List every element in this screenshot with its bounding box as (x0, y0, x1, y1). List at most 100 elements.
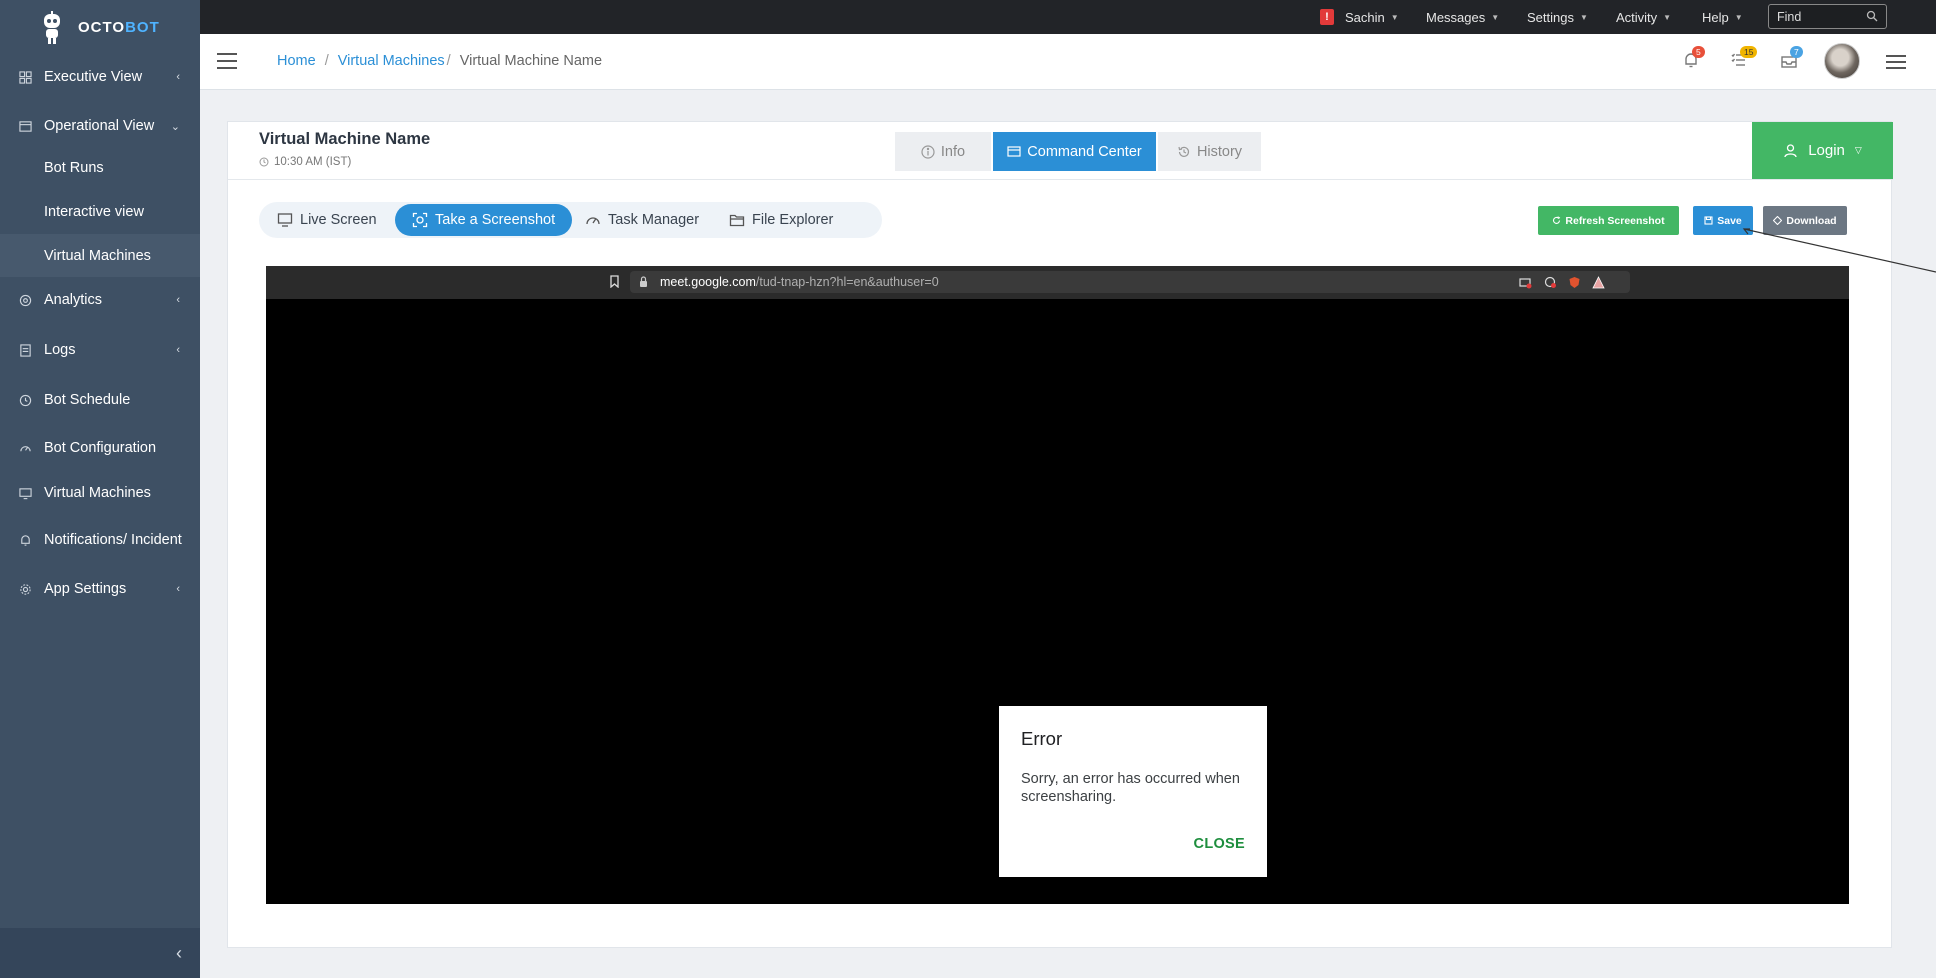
find-placeholder: Find (1777, 9, 1802, 24)
gear-icon (18, 582, 32, 596)
tab-info[interactable]: Info (895, 132, 991, 171)
download-icon (1773, 216, 1783, 225)
refresh-screenshot-button[interactable]: Refresh Screenshot (1538, 206, 1679, 235)
tab-label: Command Center (1027, 143, 1142, 160)
button-label: Save (1717, 214, 1742, 227)
gauge-icon (586, 217, 600, 225)
sidebar-item-operational-view[interactable]: Operational View ⌄ (0, 113, 200, 139)
error-dialog: Error Sorry, an error has occurred when … (999, 706, 1267, 877)
tasks-badge: 15 (1740, 46, 1758, 58)
cast-icon (1519, 278, 1532, 289)
clock-icon (259, 157, 269, 167)
find-input[interactable]: Find (1768, 4, 1887, 29)
caret-down-icon: ▼ (1579, 12, 1588, 22)
search-icon (1866, 10, 1878, 22)
browser-url-bar: meet.google.com/tud-tnap-hzn?hl=en&authu… (630, 271, 1630, 293)
monitor-icon (18, 486, 32, 500)
caret-down-icon: ▽ (1854, 145, 1862, 155)
subtab-label: Task Manager (608, 212, 700, 228)
avatar[interactable] (1824, 43, 1860, 79)
sidebar-item-notifications-incident[interactable]: Notifications/ Incident (0, 527, 200, 553)
sidebar-item-executive-view[interactable]: Executive View ‹ (0, 64, 200, 90)
tab-history[interactable]: History (1158, 132, 1261, 171)
time-text: 10:30 AM (IST) (274, 156, 352, 168)
sidebar-item-bot-schedule[interactable]: Bot Schedule (0, 387, 200, 413)
user-menu[interactable]: ! Sachin ▼ (1320, 0, 1399, 34)
refresh-icon (1553, 216, 1561, 224)
save-icon (1704, 216, 1713, 225)
hamburger-menu-icon[interactable] (217, 53, 237, 69)
dialog-message: Sorry, an error has occurred when screen… (1021, 771, 1240, 805)
help-menu[interactable]: Help ▼ (1702, 0, 1743, 34)
sidebar-collapse-button[interactable]: ‹ (0, 928, 200, 978)
analytics-icon (18, 293, 32, 307)
breadcrumb-current: Virtual Machine Name (459, 53, 603, 69)
subtab-take-screenshot[interactable]: Take a Screenshot (395, 204, 573, 236)
settings-label: Settings (1527, 9, 1574, 25)
login-button[interactable]: Login ▽ (1752, 122, 1893, 179)
sidebar-subitem-virtual-machines[interactable]: Virtual Machines (0, 234, 200, 277)
sidebar-item-logs[interactable]: Logs ‹ (0, 337, 200, 363)
sidebar-item-label: App Settings (44, 581, 127, 597)
brave-shield-icon (1569, 277, 1580, 288)
user-icon (1784, 144, 1797, 158)
brand-logo[interactable]: OCTOBOT (0, 0, 200, 55)
vm-time: 10:30 AM (IST) (259, 156, 351, 168)
screenshot-icon (412, 212, 428, 228)
dialog-close-button: CLOSE (1193, 836, 1245, 852)
url-domain: meet.google.com (660, 275, 756, 289)
url-path: /tud-tnap-hzn?hl=en&authuser=0 (755, 275, 939, 289)
sidebar-item-label: Executive View (44, 69, 143, 85)
sidebar-item-bot-configuration[interactable]: Bot Configuration (0, 435, 200, 461)
dashboard-icon (18, 70, 32, 84)
chevron-left-icon: ‹ (176, 583, 180, 595)
sidebar-item-label: Bot Configuration (44, 440, 157, 456)
messages-menu[interactable]: Messages ▼ (1426, 0, 1499, 34)
sidebar-item-virtual-machines[interactable]: Virtual Machines (0, 480, 200, 506)
window-icon (18, 119, 32, 133)
tab-command-center[interactable]: Command Center (993, 132, 1156, 171)
vm-card: Virtual Machine Name 10:30 AM (IST) Info… (227, 121, 1893, 948)
breadcrumb-virtual-machines[interactable]: Virtual Machines (338, 53, 445, 69)
chevron-left-icon: ‹ (176, 71, 180, 83)
warning-icon (1592, 276, 1605, 289)
messages-badge: 7 (1790, 46, 1803, 58)
sidebar-item-app-settings[interactable]: App Settings ‹ (0, 576, 200, 602)
sidebar-item-label: Notifications/ Incident (44, 532, 182, 548)
monitor-icon (1007, 145, 1021, 157)
folder-icon (729, 214, 745, 227)
messages-label: Messages (1426, 9, 1486, 25)
subtab-task-manager[interactable]: Task Manager (585, 204, 699, 236)
chevron-left-icon: ‹ (176, 942, 182, 963)
chevron-left-icon: ‹ (176, 344, 180, 356)
menu-icon[interactable] (1886, 55, 1906, 69)
breadcrumb-separator: / (446, 53, 451, 69)
extension-icon (1544, 276, 1556, 288)
card-header: Virtual Machine Name 10:30 AM (IST) Info… (228, 122, 1893, 180)
sidebar-subitem-bot-runs[interactable]: Bot Runs (0, 156, 200, 180)
notifications-badge: 5 (1692, 46, 1705, 58)
user-name: Sachin (1345, 9, 1385, 25)
caret-down-icon: ▼ (1491, 12, 1500, 22)
settings-menu[interactable]: Settings ▼ (1527, 0, 1588, 34)
sidebar-subitem-label: Interactive view (44, 204, 144, 220)
subtab-live-screen[interactable]: Live Screen (277, 204, 377, 236)
screenshot-preview: meet.google.com/tud-tnap-hzn?hl=en&authu… (266, 266, 1849, 904)
sidebar-subitem-interactive-view[interactable]: Interactive view (0, 199, 200, 225)
breadcrumb-home[interactable]: Home (277, 53, 316, 69)
sidebar-item-label: Bot Schedule (44, 392, 131, 408)
sidebar-item-analytics[interactable]: Analytics ‹ (0, 287, 200, 313)
sidebar-item-label: Logs (44, 342, 76, 358)
subtab-file-explorer[interactable]: File Explorer (729, 204, 833, 236)
login-label: Login (1808, 142, 1845, 159)
subtab-label: Live Screen (300, 212, 377, 228)
alert-icon: ! (1320, 9, 1334, 25)
sidebar-item-label: Analytics (44, 292, 103, 308)
sidebar-subitem-label: Virtual Machines (44, 247, 151, 264)
activity-menu[interactable]: Activity ▼ (1616, 0, 1671, 34)
subtab-label: Take a Screenshot (435, 212, 556, 228)
tab-label: History (1196, 143, 1243, 160)
info-icon (921, 144, 935, 159)
gauge-icon (18, 441, 32, 455)
browser-toolbar: meet.google.com/tud-tnap-hzn?hl=en&authu… (266, 266, 1849, 299)
